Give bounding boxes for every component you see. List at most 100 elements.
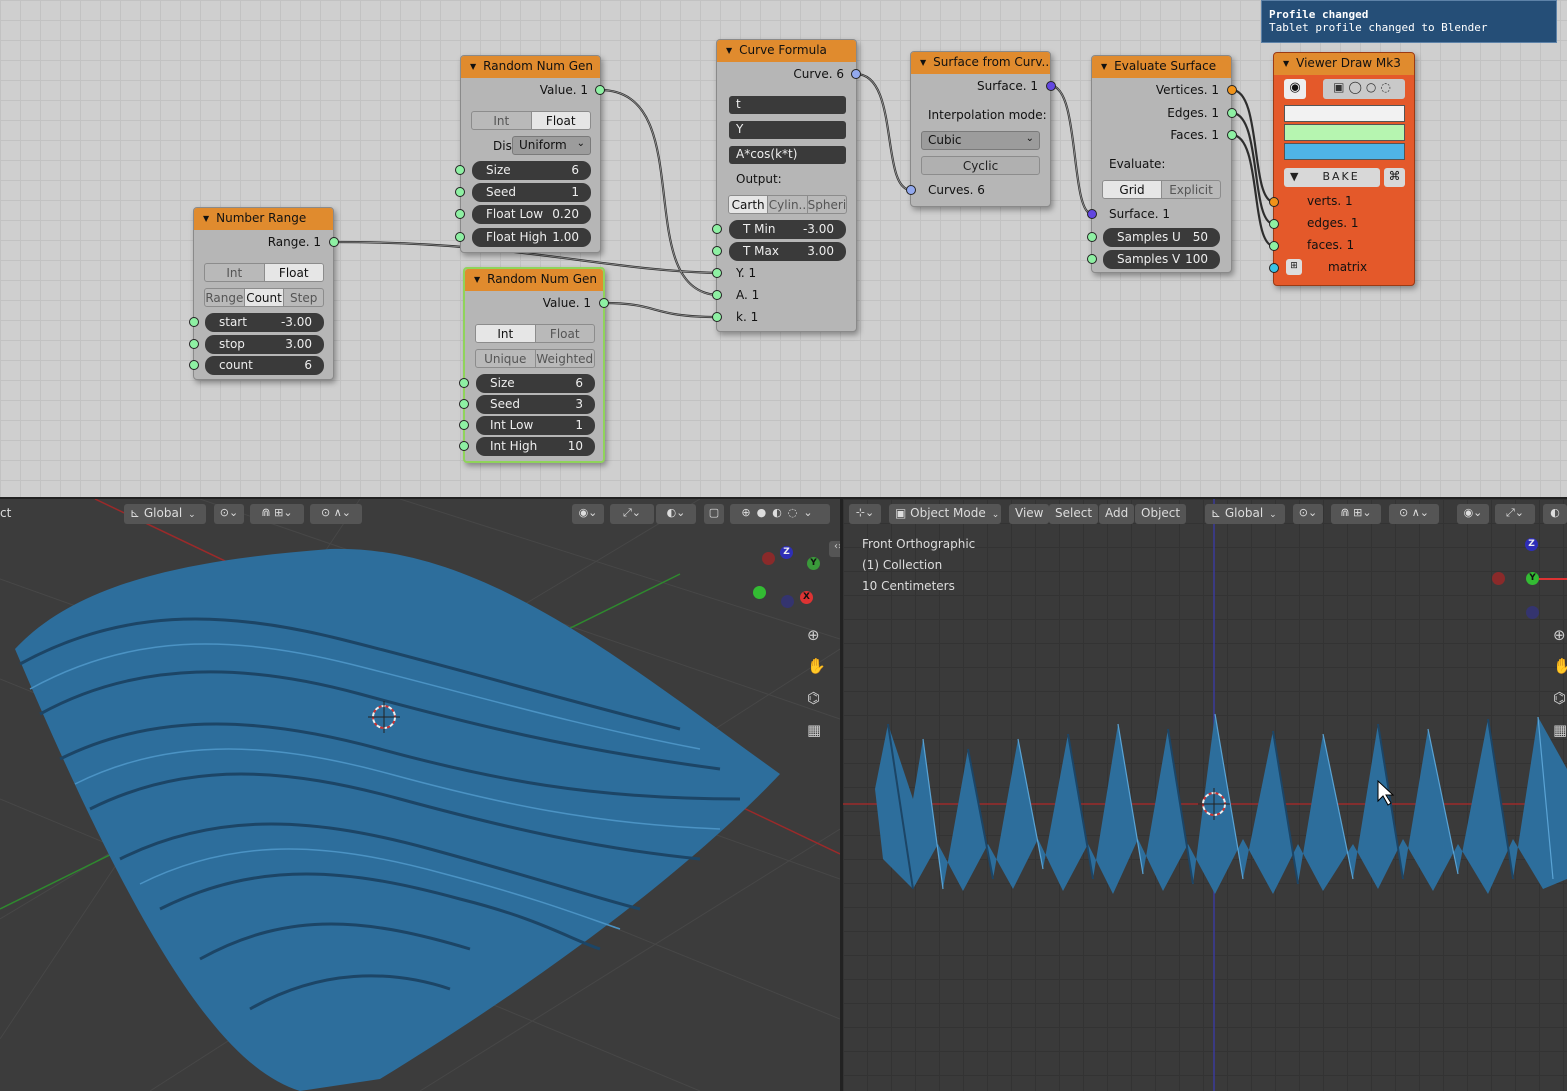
field-int-high[interactable]: Int High 10	[476, 437, 595, 456]
face-color-swatch[interactable]	[1284, 143, 1405, 160]
socket-verts-in[interactable]	[1269, 197, 1279, 207]
snap-icon[interactable]: ⋒ ⊞⌄	[1331, 504, 1381, 524]
socket-stop-in[interactable]	[189, 339, 199, 349]
number-type-toggle[interactable]: Int Float	[471, 111, 591, 130]
bake-options-icon[interactable]: ⌘	[1384, 168, 1405, 187]
collapse-triangle-icon[interactable]: ▼	[203, 214, 209, 223]
socket-faces-out[interactable]	[1227, 130, 1237, 140]
gizmo-neg-z[interactable]	[781, 595, 794, 608]
socket-size-in[interactable]	[455, 165, 465, 175]
collapse-sidebar-icon[interactable]: ‹›	[829, 541, 840, 557]
submode-range[interactable]: Range	[205, 289, 245, 306]
menu-add[interactable]: Add	[1099, 504, 1135, 524]
snap-icon[interactable]: ⋒ ⊞⌄	[250, 504, 304, 524]
gizmo-neg-y[interactable]	[753, 586, 766, 599]
visibility-icon[interactable]: ◉⌄	[572, 504, 604, 524]
field-samples-u[interactable]: Samples U 50	[1103, 228, 1220, 247]
gizmo-z-axis[interactable]: Z	[780, 546, 793, 559]
evaluate-mode-toggle[interactable]: Grid Explicit	[1102, 180, 1221, 199]
gizmo-neg-x[interactable]	[1492, 572, 1505, 585]
submode-weighted[interactable]: Weighted	[536, 350, 595, 367]
overlay-icon[interactable]: ◐⌄	[656, 504, 696, 524]
vertex-color-swatch[interactable]	[1284, 105, 1405, 122]
socket-int-high-in[interactable]	[459, 441, 469, 451]
coord-spheri[interactable]: Spheri	[808, 196, 846, 213]
node-number-range[interactable]: ▼ Number Range Range. 1 Int Float Range C…	[193, 207, 334, 380]
socket-samples-v-in[interactable]	[1087, 254, 1097, 264]
socket-seed-in[interactable]	[455, 187, 465, 197]
transform-orientation-select[interactable]: ⊾ Global ⌄	[124, 504, 206, 524]
pivot-point-icon[interactable]: ⊙⌄	[214, 504, 244, 524]
field-t-min[interactable]: T Min -3.00	[729, 220, 846, 239]
mode-float[interactable]: Float	[536, 325, 595, 342]
field-int-low[interactable]: Int Low 1	[476, 416, 595, 435]
cyclic-toggle[interactable]: Cyclic	[921, 156, 1040, 175]
socket-seed-in[interactable]	[459, 399, 469, 409]
transform-orientation-select[interactable]: ⊾ Global ⌄	[1205, 504, 1285, 524]
node-curve-formula[interactable]: ▼ Curve Formula Curve. 6 t Y A*cos(k*t) O…	[716, 39, 857, 332]
grid-icon[interactable]: ▦	[1553, 721, 1567, 739]
collapse-triangle-icon[interactable]: ▼	[474, 275, 480, 284]
zoom-icon[interactable]: ⊕	[1553, 626, 1566, 644]
coordinate-system-toggle[interactable]: Carth Cylin.. Spheri	[728, 195, 847, 214]
pivot-point-icon[interactable]: ⊙⌄	[1293, 504, 1323, 524]
collapse-triangle-icon[interactable]: ▼	[470, 62, 476, 71]
socket-k-in[interactable]	[712, 312, 722, 322]
submode-count[interactable]: Count	[244, 289, 285, 306]
formula-y-input[interactable]: Y	[729, 121, 846, 139]
object-mode-select[interactable]: ▣ Object Mode ⌄	[889, 504, 1001, 524]
camera-icon[interactable]: ⌬	[807, 689, 820, 707]
grid-icon[interactable]: ▦	[807, 721, 821, 739]
menu-view[interactable]: View	[1009, 504, 1050, 524]
field-size[interactable]: Size 6	[472, 161, 591, 180]
socket-samples-u-in[interactable]	[1087, 232, 1097, 242]
socket-size-in[interactable]	[459, 378, 469, 388]
socket-vertices-out[interactable]	[1227, 85, 1237, 95]
socket-count-in[interactable]	[189, 360, 199, 370]
mode-float[interactable]: Float	[264, 264, 323, 281]
field-t-max[interactable]: T Max 3.00	[729, 242, 846, 261]
range-mode-toggle[interactable]: Range Count Step	[204, 288, 324, 307]
socket-surface-out[interactable]	[1046, 81, 1056, 91]
interpolation-select[interactable]: Cubic ⌄	[921, 131, 1040, 150]
overlay-icon[interactable]: ◐	[1543, 504, 1567, 524]
camera-icon[interactable]: ⌬	[1553, 689, 1566, 707]
distribution-select[interactable]: Uniform ⌄	[512, 136, 591, 155]
xray-icon[interactable]: ▢	[704, 504, 724, 524]
sampling-toggle[interactable]: Unique Weighted	[475, 349, 595, 368]
gizmo-y-axis[interactable]: Y	[807, 557, 820, 570]
node-viewer-draw[interactable]: ▼ Viewer Draw Mk3 ◉ ▣◯○◌ ▼ BAKE ⌘ verts. 1…	[1273, 52, 1415, 286]
socket-matrix-in[interactable]	[1269, 263, 1279, 273]
socket-a-in[interactable]	[712, 290, 722, 300]
display-mode-icons[interactable]: ▣◯○◌	[1323, 79, 1405, 99]
hand-icon[interactable]: ✋	[1553, 657, 1567, 675]
node-header[interactable]: ▼ Curve Formula	[717, 40, 856, 62]
node-random-num-gen-1[interactable]: ▼ Random Num Gen Value. 1 Int Float Distr…	[460, 55, 601, 253]
collapse-triangle-icon[interactable]: ▼	[1101, 62, 1107, 71]
socket-edges-in[interactable]	[1269, 219, 1279, 229]
mode-int[interactable]: Int	[472, 112, 532, 129]
field-samples-v[interactable]: Samples V 100	[1103, 250, 1220, 269]
socket-y-in[interactable]	[712, 268, 722, 278]
eval-explicit[interactable]: Explicit	[1162, 181, 1220, 198]
socket-edges-out[interactable]	[1227, 108, 1237, 118]
edge-color-swatch[interactable]	[1284, 124, 1405, 141]
gizmo-icon[interactable]: ⤢⌄	[1495, 504, 1535, 524]
submode-unique[interactable]: Unique	[476, 350, 536, 367]
socket-faces-in[interactable]	[1269, 241, 1279, 251]
mode-int[interactable]: Int	[205, 264, 265, 281]
node-header[interactable]: ▼ Number Range	[194, 208, 333, 230]
field-seed[interactable]: Seed 1	[472, 183, 591, 202]
collapse-triangle-icon[interactable]: ▼	[726, 46, 732, 55]
socket-value-out[interactable]	[595, 85, 605, 95]
collapse-triangle-icon[interactable]: ▼	[920, 58, 926, 67]
socket-float-low-in[interactable]	[455, 209, 465, 219]
gizmo-neg-z[interactable]	[1526, 606, 1539, 619]
field-float-low[interactable]: Float Low 0.20	[472, 205, 591, 224]
visibility-icon[interactable]: ◉⌄	[1457, 504, 1489, 524]
coord-cylin[interactable]: Cylin..	[768, 196, 808, 213]
socket-start-in[interactable]	[189, 317, 199, 327]
field-size[interactable]: Size 6	[476, 374, 595, 393]
socket-curves-in[interactable]	[906, 185, 916, 195]
node-evaluate-surface[interactable]: ▼ Evaluate Surface Vertices. 1 Edges. 1 F…	[1091, 55, 1232, 273]
